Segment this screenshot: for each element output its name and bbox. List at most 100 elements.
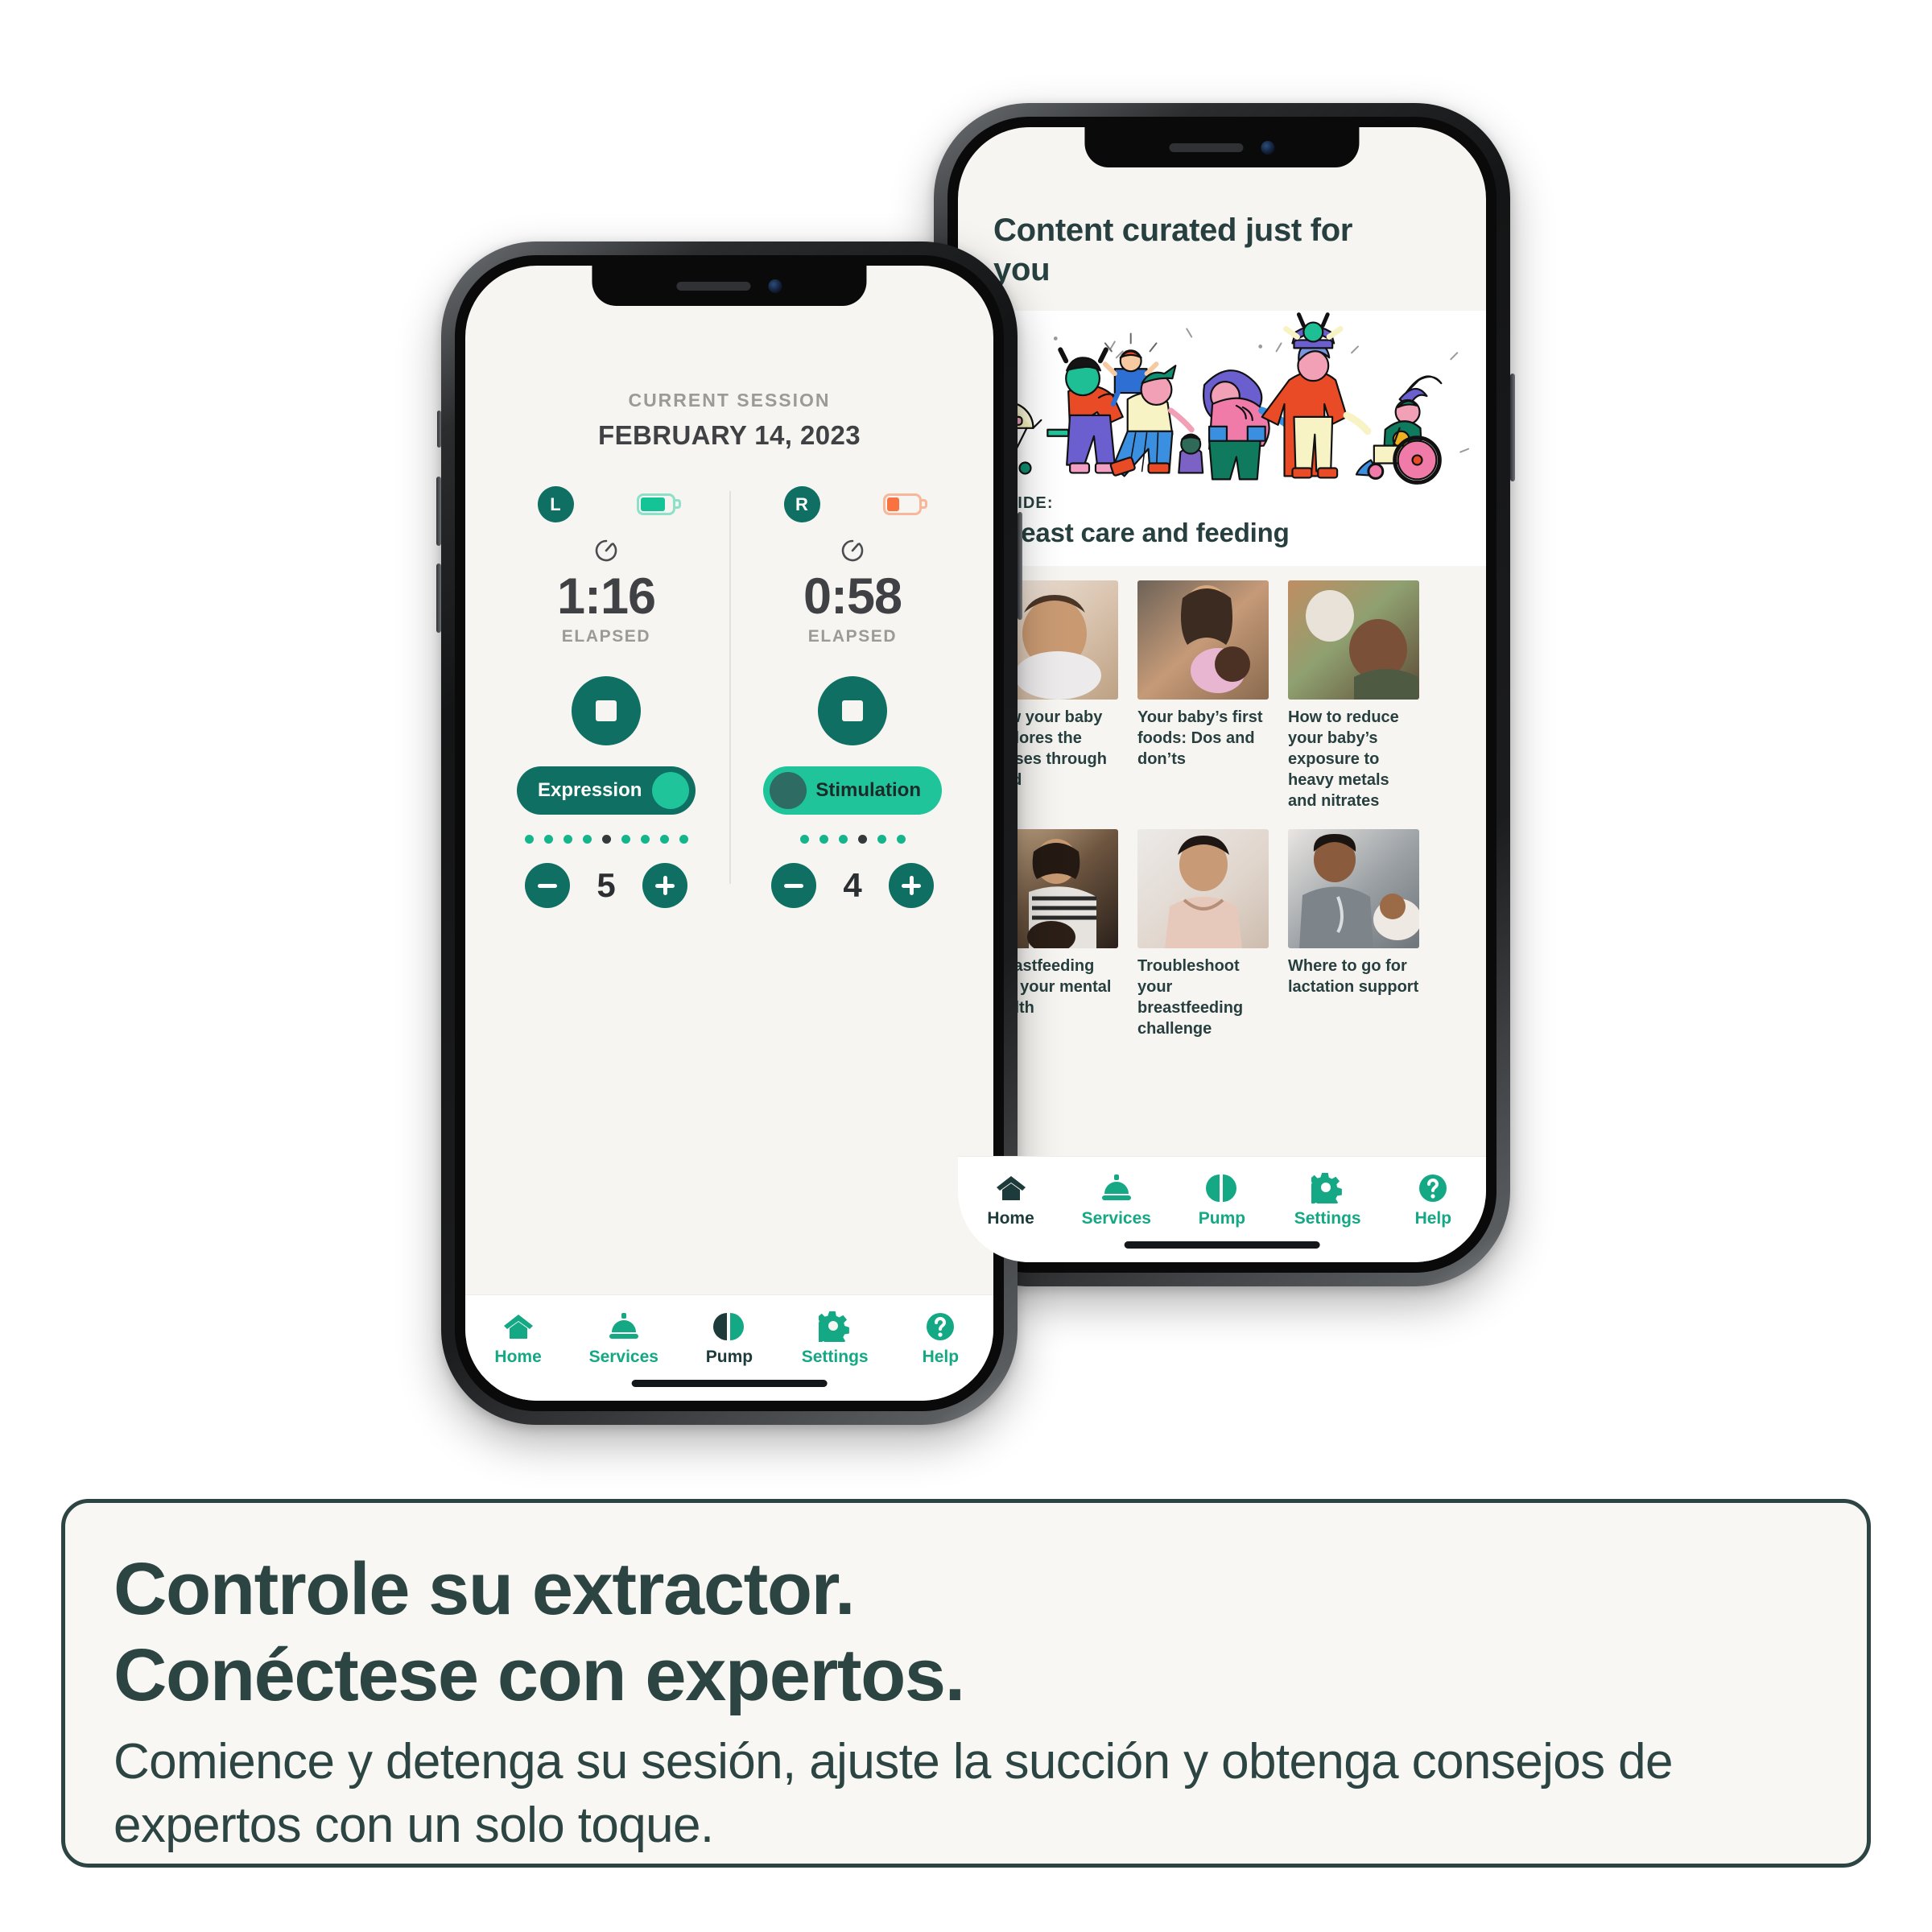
power-button[interactable] (1018, 512, 1022, 620)
elapsed-label: ELAPSED (807, 627, 898, 646)
tab-label: Settings (1294, 1209, 1361, 1228)
tab-services[interactable]: Services (1066, 1173, 1166, 1228)
session-label: CURRENT SESSION (628, 390, 831, 411)
tab-label: Help (1414, 1209, 1452, 1228)
tab-settings[interactable]: Settings (785, 1311, 886, 1367)
pump-icon (712, 1313, 744, 1340)
volume-down-button[interactable] (436, 564, 441, 633)
woman-checking-breast-photo (1137, 828, 1269, 948)
home-indicator[interactable] (631, 1380, 828, 1387)
bell-icon (609, 1313, 638, 1339)
minus-icon (538, 883, 557, 888)
stop-square-icon (596, 700, 617, 721)
pump-screen: CURRENT SESSION FEBRUARY 14, 2023 L 1:16… (465, 266, 993, 1401)
level-value-right: 4 (843, 866, 862, 904)
mute-switch[interactable] (437, 411, 441, 448)
decrement-button-left[interactable] (525, 863, 570, 908)
mode-label: Expression (538, 779, 642, 801)
guide-title: Breast care and feeding (992, 517, 1290, 547)
tab-label: Services (588, 1348, 658, 1366)
nurse-with-baby-photo (1288, 828, 1419, 948)
tab-services[interactable]: Services (573, 1311, 674, 1367)
article-grid: How your baby explores the senses throug… (958, 566, 1486, 1039)
elapsed-label: ELAPSED (561, 627, 651, 646)
stop-square-icon (842, 700, 863, 721)
article-card[interactable]: Troubleshoot your breastfeeding challeng… (1137, 828, 1269, 1039)
tab-settings[interactable]: Settings (1278, 1173, 1378, 1228)
session-header: CURRENT SESSION FEBRUARY 14, 2023 (465, 390, 993, 451)
level-dots-left (524, 832, 688, 845)
increment-button-left[interactable] (642, 863, 687, 908)
tab-help[interactable]: Help (890, 1311, 991, 1367)
stop-button-left[interactable] (572, 676, 641, 745)
level-dots-right (799, 832, 906, 845)
tab-label: Services (1081, 1209, 1151, 1228)
phone-pump-device: CURRENT SESSION FEBRUARY 14, 2023 L 1:16… (436, 242, 1022, 1425)
session-date: FEBRUARY 14, 2023 (598, 420, 861, 450)
article-title: How to reduce your baby’s exposure to he… (1288, 708, 1399, 810)
minus-icon (784, 883, 803, 888)
article-card[interactable]: How to reduce your baby’s exposure to he… (1288, 580, 1419, 811)
content-screen: Content curated just for you GUIDE: Brea… (958, 127, 1486, 1262)
side-badge-left: L (537, 486, 574, 522)
elapsed-time-right: 0:58 (803, 568, 902, 625)
front-camera-icon (768, 279, 782, 293)
device-notch (592, 266, 867, 306)
diverse-families-illustration (958, 311, 1486, 489)
pump-icon (1205, 1174, 1236, 1202)
tab-label: Pump (1198, 1209, 1246, 1228)
caption-heading: Controle su extractor. Conéctese con exp… (114, 1546, 1818, 1718)
stopwatch-icon (595, 539, 617, 562)
plus-icon-vertical (909, 876, 914, 895)
caption-body: Comience y detenga su sesión, ajuste la … (114, 1734, 1674, 1853)
earpiece-speaker-icon (1169, 142, 1244, 152)
gear-icon (819, 1311, 850, 1342)
gear-icon (1311, 1173, 1343, 1203)
level-stepper-left: 5 (525, 863, 687, 908)
earpiece-speaker-icon (676, 281, 751, 291)
tab-label: Pump (705, 1348, 753, 1366)
mother-nursing-photo (1137, 580, 1269, 700)
battery-low-icon (882, 493, 927, 515)
question-icon (927, 1313, 955, 1340)
tab-home[interactable]: Home (468, 1311, 568, 1367)
increment-button-right[interactable] (889, 863, 934, 908)
toggle-knob (652, 772, 689, 809)
battery-full-icon (636, 493, 681, 515)
decrement-button-right[interactable] (771, 863, 816, 908)
home-icon (996, 1176, 1026, 1200)
phone-content-device: Content curated just for you GUIDE: Brea… (929, 103, 1515, 1286)
caption-heading-line1: Controle su extractor. (114, 1548, 856, 1630)
power-button[interactable] (1510, 374, 1515, 481)
elapsed-time-left: 1:16 (556, 568, 656, 625)
page-title: Content curated just for you (993, 213, 1353, 287)
device-notch (1084, 127, 1360, 167)
parent-holding-baby-photo (1288, 580, 1419, 700)
breast-sides-panel: L 1:16 ELAPSED Expression 5 R 0:58 ELAPS… (465, 486, 993, 908)
guide-kicker: GUIDE: (992, 493, 1054, 512)
phone-bezel: CURRENT SESSION FEBRUARY 14, 2023 L 1:16… (455, 255, 1004, 1411)
tab-label: Home (987, 1209, 1034, 1228)
tab-home[interactable]: Home (960, 1173, 1061, 1228)
article-card[interactable]: Your baby’s first foods: Dos and don’ts (1137, 580, 1269, 811)
tab-pump[interactable]: Pump (1172, 1173, 1273, 1228)
stop-button-right[interactable] (818, 676, 887, 745)
mode-toggle-right[interactable]: Stimulation (763, 766, 942, 815)
featured-guide-card[interactable]: GUIDE: Breast care and feeding (958, 310, 1486, 566)
home-icon (503, 1315, 533, 1339)
poster-root: Content curated just for you GUIDE: Brea… (0, 0, 1932, 1932)
tab-pump[interactable]: Pump (679, 1311, 780, 1367)
home-indicator[interactable] (1124, 1241, 1320, 1249)
article-title: Troubleshoot your breastfeeding challeng… (1137, 956, 1244, 1038)
tab-help[interactable]: Help (1383, 1173, 1484, 1228)
tab-label: Help (922, 1348, 960, 1366)
volume-up-button[interactable] (436, 477, 441, 546)
tab-label: Home (494, 1348, 542, 1366)
article-card[interactable]: Where to go for lactation support (1288, 828, 1419, 1039)
phone-bezel: Content curated just for you GUIDE: Brea… (947, 117, 1496, 1273)
stopwatch-icon (841, 539, 864, 562)
tab-label: Settings (801, 1348, 869, 1366)
side-divider (729, 491, 731, 884)
mode-toggle-left[interactable]: Expression (517, 766, 696, 815)
mode-label: Stimulation (815, 779, 921, 801)
